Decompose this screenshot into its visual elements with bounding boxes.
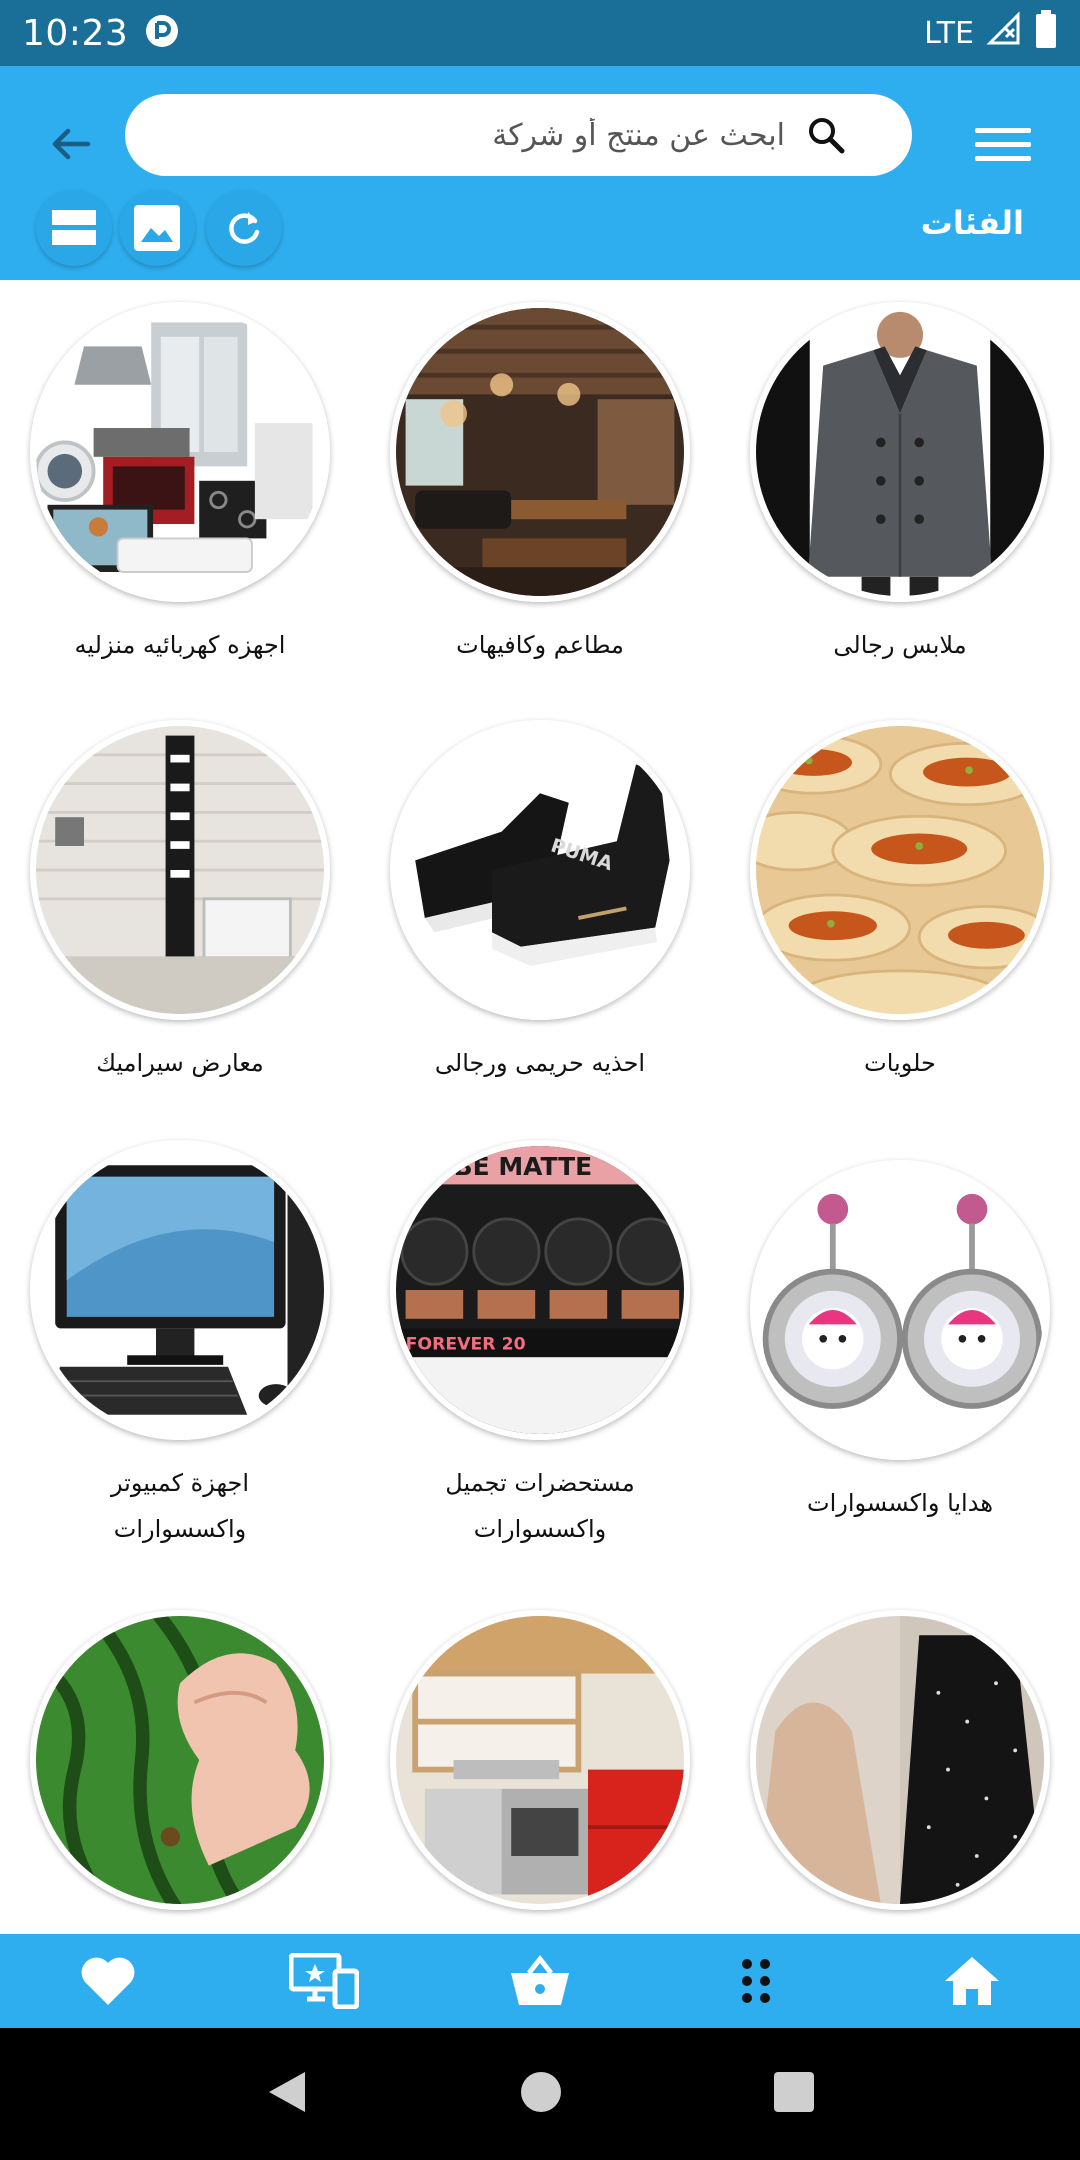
refresh-button[interactable]: [206, 190, 282, 266]
menu-icon-bar: [975, 155, 1031, 161]
home-icon: [945, 1957, 999, 2005]
battery-icon: [1034, 9, 1058, 57]
category-item[interactable]: [740, 1610, 1060, 1930]
category-item[interactable]: معارض سيراميك: [20, 720, 340, 1086]
status-time: 10:23: [22, 12, 129, 54]
categories-grid: ملابس رجالى مطاعم وكافيهات اجهزه كهربائي…: [0, 280, 1080, 1934]
category-item[interactable]: اجهزة كمبيوتر واكسسوارات: [20, 1140, 340, 1552]
menu-icon-bar: [975, 127, 1031, 133]
cosmetics-photo: BE MATTE FOREVER 20: [396, 1146, 684, 1434]
shoes-photo: PUMA: [396, 726, 684, 1014]
back-button[interactable]: [40, 114, 100, 174]
category-label: مطاعم وكافيهات: [456, 631, 624, 659]
makeup-banner-text: BE MATTE: [454, 1152, 593, 1181]
appliances-photo: [36, 308, 324, 596]
category-item[interactable]: [20, 1610, 340, 1930]
category-image[interactable]: [30, 720, 330, 1020]
image-icon: [134, 205, 180, 251]
fruits-photo: [36, 1616, 324, 1904]
menu-icon-bar: [975, 141, 1031, 147]
category-label: هدايا واكسسوارات: [807, 1489, 993, 1517]
circle-home-icon: [521, 2072, 561, 2112]
app-header: الفئات: [0, 66, 1080, 280]
category-image[interactable]: [750, 302, 1050, 602]
bottom-nav: [0, 1934, 1080, 2028]
system-home-button[interactable]: [519, 2070, 563, 2118]
category-item[interactable]: هدايا واكسسوارات: [740, 1160, 1060, 1526]
signal-icon: [986, 11, 1022, 55]
system-nav-bar: [0, 2028, 1080, 2160]
nav-apps[interactable]: [711, 1941, 801, 2021]
category-item[interactable]: مطاعم وكافيهات: [380, 302, 700, 668]
category-label: معارض سيراميك: [96, 1049, 264, 1077]
system-recents-button[interactable]: [773, 2071, 815, 2117]
category-item[interactable]: [380, 1610, 700, 1930]
category-item[interactable]: PUMA احذيه حريمى ورجالى: [380, 720, 700, 1086]
system-back-button[interactable]: [265, 2068, 309, 2120]
nav-devices[interactable]: [279, 1941, 369, 2021]
makeup-brand-text: FOREVER 20: [406, 1335, 526, 1355]
restaurant-photo: [396, 308, 684, 596]
category-image[interactable]: BE MATTE FOREVER 20: [390, 1140, 690, 1440]
category-image[interactable]: [750, 1160, 1050, 1460]
ceramic-showroom-photo: [36, 726, 324, 1014]
category-image[interactable]: [30, 1610, 330, 1910]
earrings-photo: [756, 1166, 1044, 1454]
square-recents-icon: [774, 2072, 814, 2112]
apps-grid-icon: [742, 1959, 770, 2003]
category-item[interactable]: ملابس رجالى: [740, 302, 1060, 668]
search-icon[interactable]: [801, 110, 851, 160]
image-view-button[interactable]: [119, 190, 195, 266]
search-input[interactable]: [125, 105, 785, 165]
category-image[interactable]: [390, 302, 690, 602]
category-item[interactable]: BE MATTE FOREVER 20 مستحضرات تجميل واكسس…: [380, 1140, 700, 1552]
devices-icon: [289, 1953, 359, 2009]
view-list-icon: [52, 210, 96, 245]
category-label: ملابس رجالى: [833, 631, 967, 659]
category-label: احذيه حريمى ورجالى: [434, 1049, 646, 1077]
dresses-photo: [756, 1616, 1044, 1904]
nav-basket[interactable]: [495, 1941, 585, 2021]
category-image[interactable]: [30, 1140, 330, 1440]
triangle-back-icon: [269, 2072, 305, 2112]
category-image[interactable]: [750, 720, 1050, 1020]
kitchen-photo: [396, 1616, 684, 1904]
arrow-back-icon: [52, 128, 91, 160]
refresh-icon: [229, 212, 260, 244]
category-item[interactable]: حلويات: [740, 720, 1060, 1086]
network-type: LTE: [924, 15, 974, 51]
menu-button[interactable]: [975, 116, 1031, 172]
category-label: اجهزة كمبيوتر واكسسوارات: [110, 1469, 250, 1543]
category-image[interactable]: PUMA: [390, 720, 690, 1020]
category-label: مستحضرات تجميل واكسسوارات: [445, 1469, 635, 1543]
category-label: حلويات: [864, 1049, 936, 1077]
category-image[interactable]: [30, 302, 330, 602]
sweets-photo: [756, 726, 1044, 1014]
categories-title: الفئات: [920, 204, 1024, 242]
heart-icon: [81, 1957, 135, 2005]
nav-favorites[interactable]: [63, 1941, 153, 2021]
basket-icon: [511, 1955, 569, 2005]
computer-photo: [36, 1146, 324, 1434]
status-bar: 10:23 LTE: [0, 0, 1080, 66]
app-notification-icon: [144, 13, 180, 53]
search-box[interactable]: [125, 94, 912, 176]
nav-home[interactable]: [927, 1941, 1017, 2021]
coat-photo: [756, 308, 1044, 596]
list-view-button[interactable]: [36, 190, 112, 266]
category-image[interactable]: [750, 1610, 1050, 1910]
category-label: اجهزه كهربائيه منزليه: [74, 631, 286, 659]
category-item[interactable]: اجهزه كهربائيه منزليه: [20, 302, 340, 668]
category-image[interactable]: [390, 1610, 690, 1910]
